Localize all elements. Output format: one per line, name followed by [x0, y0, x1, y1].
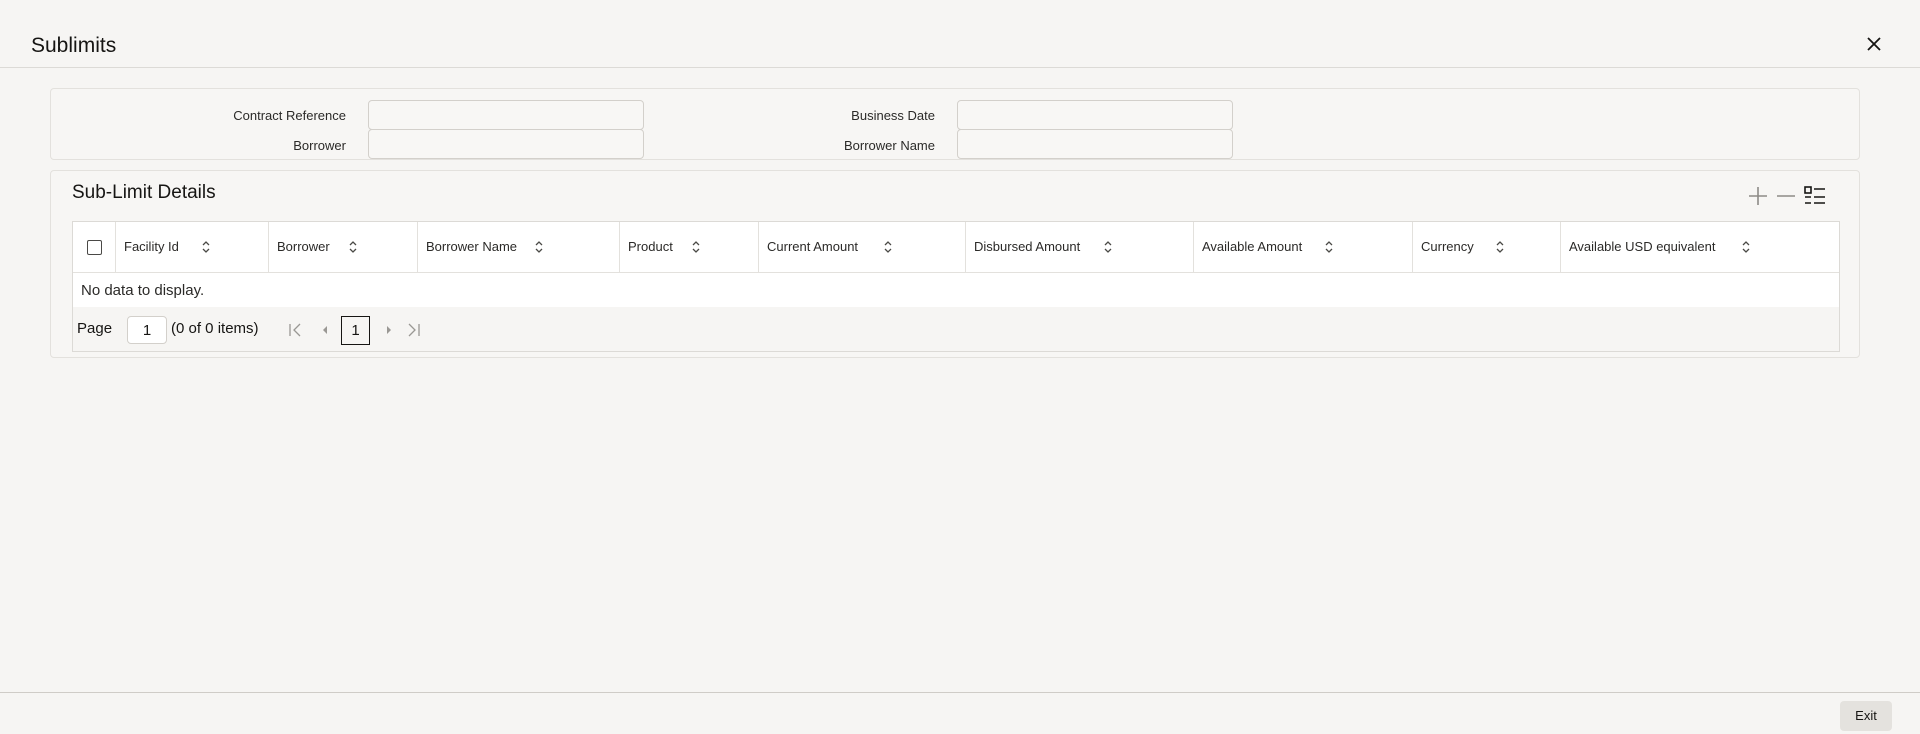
col-product[interactable]: Product: [620, 222, 759, 273]
sort-icon[interactable]: [201, 240, 211, 254]
first-page-icon[interactable]: [287, 322, 303, 338]
col-disbursed-amount[interactable]: Disbursed Amount: [966, 222, 1194, 273]
col-borrower-name[interactable]: Borrower Name: [418, 222, 620, 273]
select-all-checkbox[interactable]: [87, 240, 102, 255]
borrower-field[interactable]: [368, 129, 644, 159]
sublimits-dialog: Sublimits Contract Reference Borrower Bu…: [0, 0, 1920, 734]
sort-icon[interactable]: [1103, 240, 1113, 254]
current-page-button[interactable]: 1: [341, 316, 370, 345]
borrower-label: Borrower: [293, 138, 346, 153]
add-row-icon[interactable]: [1746, 184, 1770, 208]
previous-page-icon[interactable]: [317, 322, 333, 338]
page-number-input[interactable]: 1: [127, 316, 167, 344]
borrower-name-field[interactable]: [957, 129, 1233, 159]
delete-row-icon[interactable]: [1774, 184, 1798, 208]
item-count: (0 of 0 items): [171, 320, 259, 337]
business-date-field[interactable]: [957, 100, 1233, 130]
footer-divider: [0, 692, 1920, 693]
column-list-icon[interactable]: [1803, 184, 1827, 208]
col-current-amount[interactable]: Current Amount: [759, 222, 966, 273]
select-all-column: [73, 222, 116, 273]
sort-icon[interactable]: [1741, 240, 1751, 254]
pagination: Page 1 (0 of 0 items) 1: [73, 307, 1839, 351]
contract-reference-label: Contract Reference: [233, 108, 346, 123]
sort-icon[interactable]: [691, 240, 701, 254]
section-title: Sub-Limit Details: [72, 182, 216, 203]
page-title: Sublimits: [31, 34, 117, 57]
sort-icon[interactable]: [348, 240, 358, 254]
borrower-name-label: Borrower Name: [843, 138, 935, 153]
title-bar: Sublimits: [0, 0, 1920, 68]
last-page-icon[interactable]: [406, 322, 422, 338]
sub-limit-table: Facility Id Borrower Borrower Name Produ…: [72, 221, 1840, 352]
sort-icon[interactable]: [534, 240, 544, 254]
col-currency[interactable]: Currency: [1413, 222, 1561, 273]
header-form: Contract Reference Borrower Business Dat…: [50, 88, 1860, 160]
contract-reference-field[interactable]: [368, 100, 644, 130]
sub-limit-details-panel: Sub-Limit Details Facility Id Borrower B…: [50, 170, 1860, 358]
business-date-label: Business Date: [851, 108, 935, 123]
col-facility-id[interactable]: Facility Id: [116, 222, 269, 273]
next-page-icon[interactable]: [381, 322, 397, 338]
empty-table-message: No data to display.: [81, 282, 205, 299]
col-available-usd-equivalent[interactable]: Available USD equivalent: [1561, 222, 1839, 273]
close-icon[interactable]: [1864, 34, 1884, 54]
page-label: Page: [77, 320, 113, 337]
col-available-amount[interactable]: Available Amount: [1194, 222, 1413, 273]
sort-icon[interactable]: [1324, 240, 1334, 254]
sort-icon[interactable]: [1495, 240, 1505, 254]
exit-button[interactable]: Exit: [1840, 701, 1892, 731]
table-header: Facility Id Borrower Borrower Name Produ…: [73, 222, 1839, 273]
col-borrower[interactable]: Borrower: [269, 222, 418, 273]
sort-icon[interactable]: [883, 240, 893, 254]
